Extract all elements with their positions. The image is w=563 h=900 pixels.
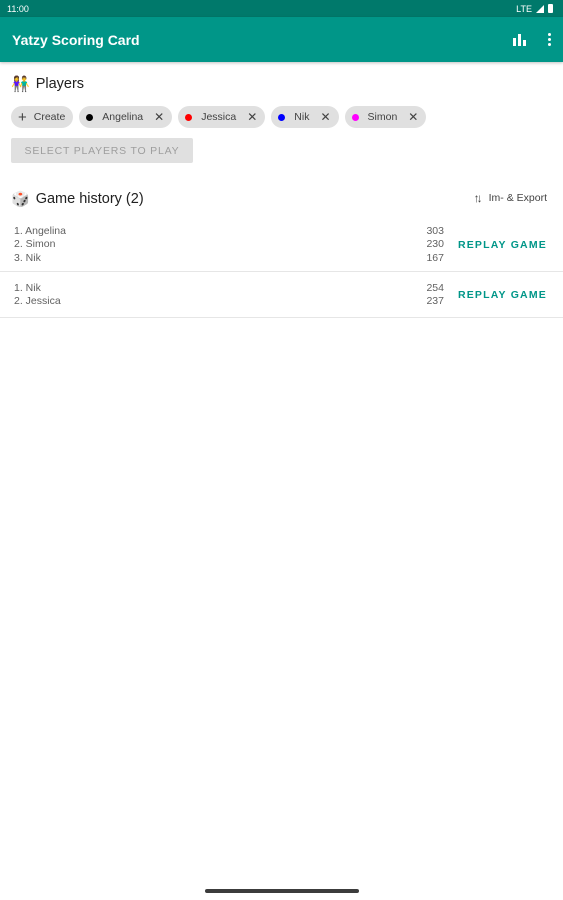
create-player-chip[interactable]: + Create xyxy=(11,106,74,128)
signal-icon xyxy=(536,4,544,13)
ranked-player: 2. Jessica xyxy=(14,295,61,308)
app-title: Yatzy Scoring Card xyxy=(12,31,140,48)
game-player-names: 1. Nik 2. Jessica xyxy=(14,282,61,309)
replay-game-button[interactable]: REPLAY GAME xyxy=(458,239,547,251)
network-label: LTE xyxy=(516,3,532,14)
player-score: 237 xyxy=(426,295,444,308)
game-scores: 303 230 167 xyxy=(426,225,444,265)
status-icons: LTE xyxy=(516,4,553,14)
player-score: 303 xyxy=(426,225,444,237)
ranked-player: 1. Nik xyxy=(14,282,41,294)
close-icon[interactable]: ✕ xyxy=(154,111,164,123)
gesture-nav-handle[interactable] xyxy=(205,889,359,893)
status-bar: 11:00 LTE xyxy=(0,0,563,17)
close-icon[interactable]: ✕ xyxy=(320,111,330,123)
player-color-dot xyxy=(351,113,359,121)
app-bar: Yatzy Scoring Card xyxy=(0,17,563,62)
players-header: 👫 Players xyxy=(11,75,84,93)
player-chip-simon[interactable]: Simon ✕ xyxy=(344,106,427,128)
battery-icon xyxy=(548,4,553,13)
game-history-row: 1. Angelina 2. Simon 3. Nik 303 230 167 … xyxy=(0,220,563,272)
ranked-player: 1. Angelina xyxy=(14,225,66,237)
close-icon[interactable]: ✕ xyxy=(247,111,257,123)
players-title: Players xyxy=(35,76,85,92)
history-header: 🎲 Game history (2) xyxy=(11,190,144,208)
game-history-row: 1. Nik 2. Jessica 254 237 REPLAY GAME xyxy=(0,272,563,318)
player-score: 254 xyxy=(426,282,444,294)
player-color-dot xyxy=(185,113,193,121)
more-vert-icon[interactable] xyxy=(546,33,552,46)
player-chip-label: Jessica xyxy=(201,111,237,123)
player-chip-angelina[interactable]: Angelina ✕ xyxy=(79,106,173,128)
history-title: Game history (2) xyxy=(35,191,144,207)
dice-icon: 🎲 xyxy=(11,191,30,208)
game-scores: 254 237 xyxy=(426,282,444,309)
replay-game-button[interactable]: REPLAY GAME xyxy=(458,289,547,301)
select-players-button[interactable]: SELECT PLAYERS TO PLAY xyxy=(11,138,193,163)
status-time: 11:00 xyxy=(7,3,29,14)
bar-chart-icon[interactable] xyxy=(513,33,527,46)
import-export-button[interactable]: ↑↓ Im- & Export xyxy=(474,191,547,205)
player-score: 230 xyxy=(426,238,444,251)
player-chip-label: Simon xyxy=(367,111,398,123)
player-color-dot xyxy=(86,113,94,121)
player-score: 167 xyxy=(426,251,444,264)
player-color-dot xyxy=(278,113,286,121)
player-chip-nik[interactable]: Nik ✕ xyxy=(271,106,339,128)
close-icon[interactable]: ✕ xyxy=(408,111,418,123)
create-label: Create xyxy=(33,111,66,123)
export-label: Im- & Export xyxy=(488,192,547,204)
player-chips: + Create Angelina ✕ Jessica ✕ Nik ✕ Simo… xyxy=(11,106,427,128)
swap-vert-icon: ↑↓ xyxy=(473,191,483,205)
ranked-player: 2. Simon xyxy=(14,238,56,251)
ranked-player: 3. Nik xyxy=(14,251,41,264)
players-emoji-icon: 👫 xyxy=(11,76,30,93)
player-chip-label: Nik xyxy=(294,111,310,123)
game-player-names: 1. Angelina 2. Simon 3. Nik xyxy=(14,225,66,265)
player-chip-jessica[interactable]: Jessica ✕ xyxy=(178,106,266,128)
plus-icon: + xyxy=(18,108,27,126)
player-chip-label: Angelina xyxy=(102,111,144,123)
